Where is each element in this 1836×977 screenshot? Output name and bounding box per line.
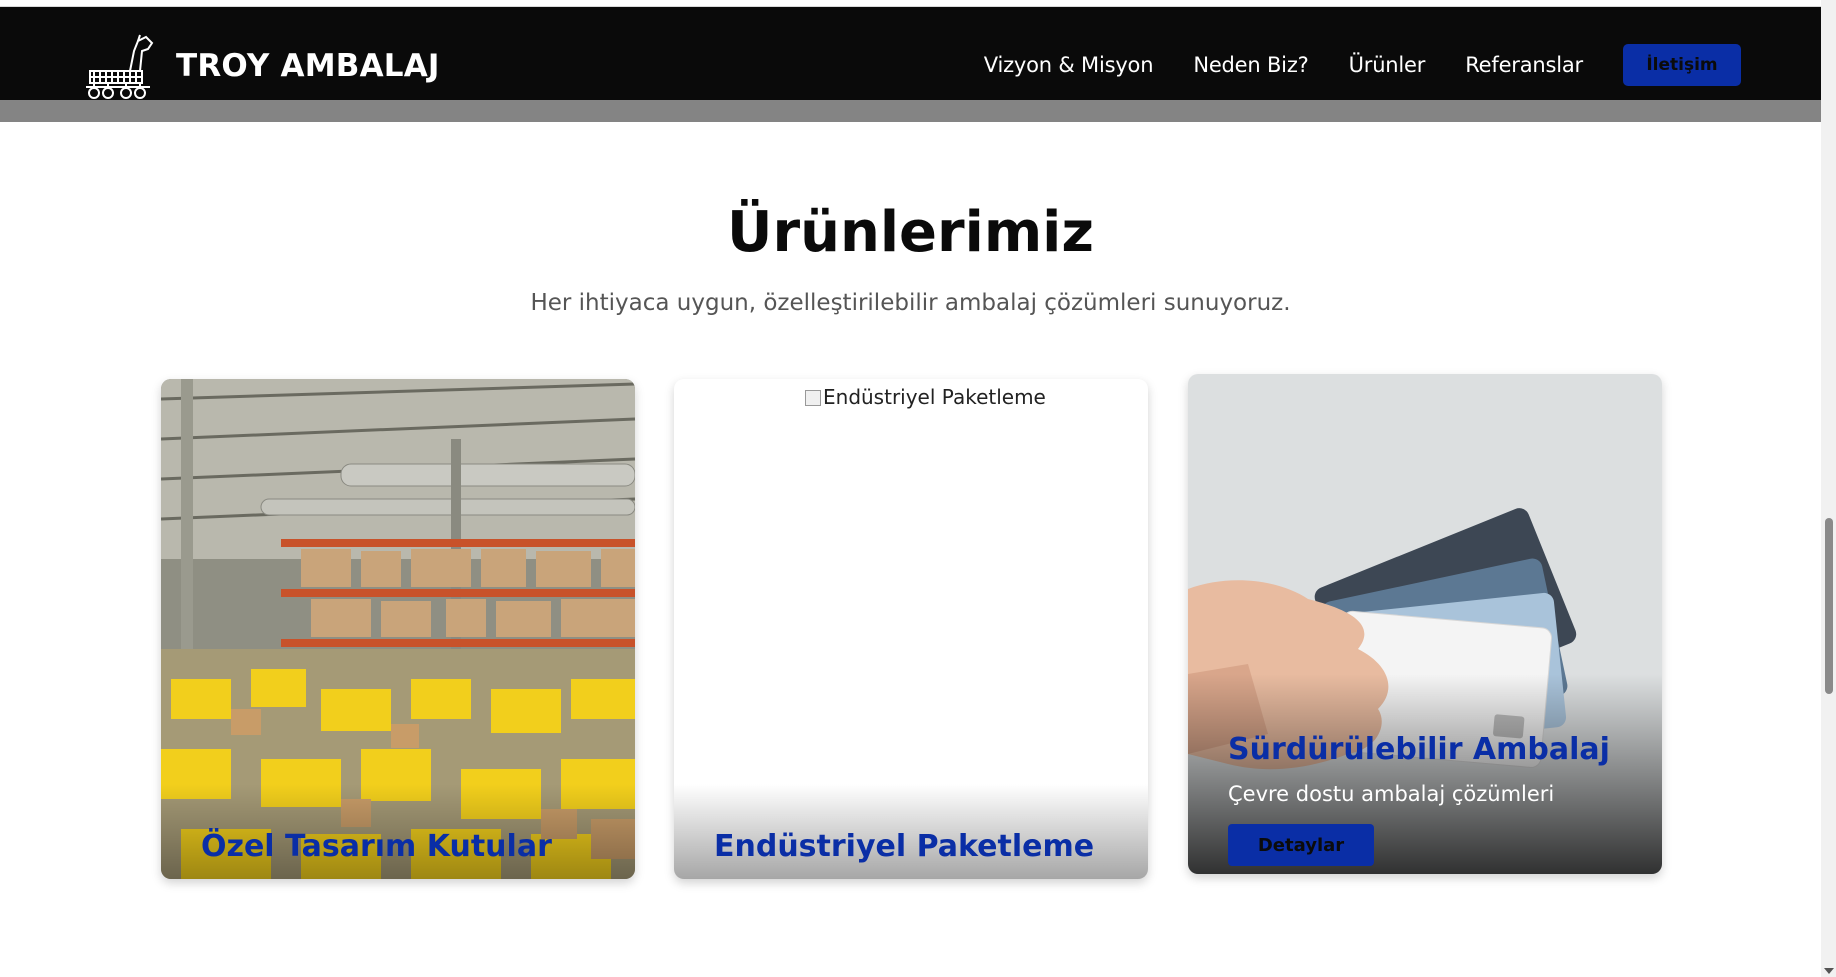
product-card-endustriyel[interactable]: Endüstriyel Paketleme Endüstriyel Paketl… (674, 379, 1148, 879)
nav-link-referanslar[interactable]: Referanslar (1465, 53, 1583, 77)
nav-link-urunler[interactable]: Ürünler (1349, 53, 1426, 77)
hero-bottom-band (0, 100, 1821, 122)
navbar: TROY AMBALAJ Vizyon & Misyon Neden Biz? … (0, 7, 1821, 100)
image-alt-text: Endüstriyel Paketleme (823, 385, 1046, 409)
brand-name: TROY AMBALAJ (176, 48, 440, 84)
nav-link-vizyon-misyon[interactable]: Vizyon & Misyon (984, 53, 1154, 77)
contact-button[interactable]: İletişim (1623, 44, 1741, 86)
broken-image-icon (805, 390, 821, 406)
section-subtitle: Her ihtiyaca uygun, özelleştirilebilir a… (530, 290, 1291, 316)
vertical-scrollbar[interactable] (1821, 0, 1836, 977)
section-title: Ürünlerimiz (727, 200, 1094, 265)
card-title: Endüstriyel Paketleme (714, 829, 1095, 864)
nav-link-neden-biz[interactable]: Neden Biz? (1193, 53, 1308, 77)
scroll-down-arrow-icon[interactable] (1824, 968, 1834, 974)
trojan-horse-icon (86, 34, 154, 99)
details-button[interactable]: Detaylar (1228, 824, 1374, 866)
broken-image-alt: Endüstriyel Paketleme (805, 385, 1046, 409)
scrollbar-thumb[interactable] (1825, 518, 1833, 694)
card-title: Özel Tasarım Kutular (201, 829, 552, 864)
product-card-surdurulebilir[interactable]: Sürdürülebilir Ambalaj Çevre dostu ambal… (1188, 374, 1662, 874)
card-title: Sürdürülebilir Ambalaj (1228, 732, 1610, 767)
card-description: Çevre dostu ambalaj çözümleri (1228, 782, 1555, 806)
brand[interactable]: TROY AMBALAJ (80, 31, 440, 101)
nav-links: Vizyon & Misyon Neden Biz? Ürünler Refer… (944, 44, 1741, 86)
product-card-ozel-tasarim[interactable]: Özel Tasarım Kutular (161, 379, 635, 879)
window-top-edge (0, 0, 1821, 7)
